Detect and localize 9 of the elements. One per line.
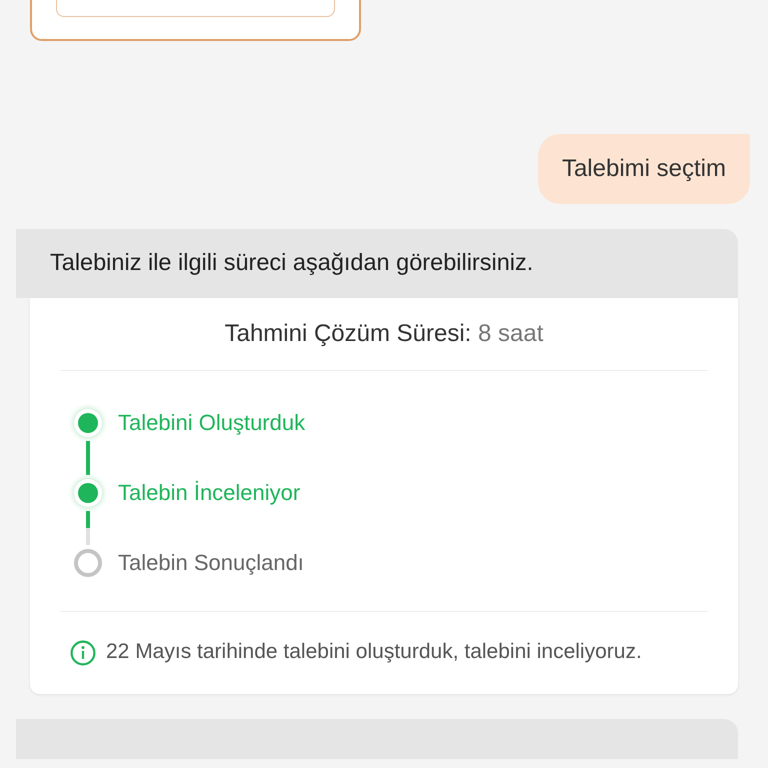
estimate-label: Tahmini Çözüm Süresi: [224,320,472,347]
info-text: 22 Mayıs tarihinde talebini oluşturduk, talebini inceliyoruz. [106,639,642,665]
estimate-value: 8 saat [478,320,544,347]
message-text: Talebiniz ile ilgili süreci aşağıdan görebilirsiniz. [50,249,534,275]
message-text: Talebimi seçtim [562,155,726,182]
step-label: Talebin İnceleniyor [118,480,300,506]
step-label: Talebin Sonuçlandı [118,550,304,576]
step-label: Talebini Oluşturduk [118,410,306,436]
info-icon [70,640,96,666]
